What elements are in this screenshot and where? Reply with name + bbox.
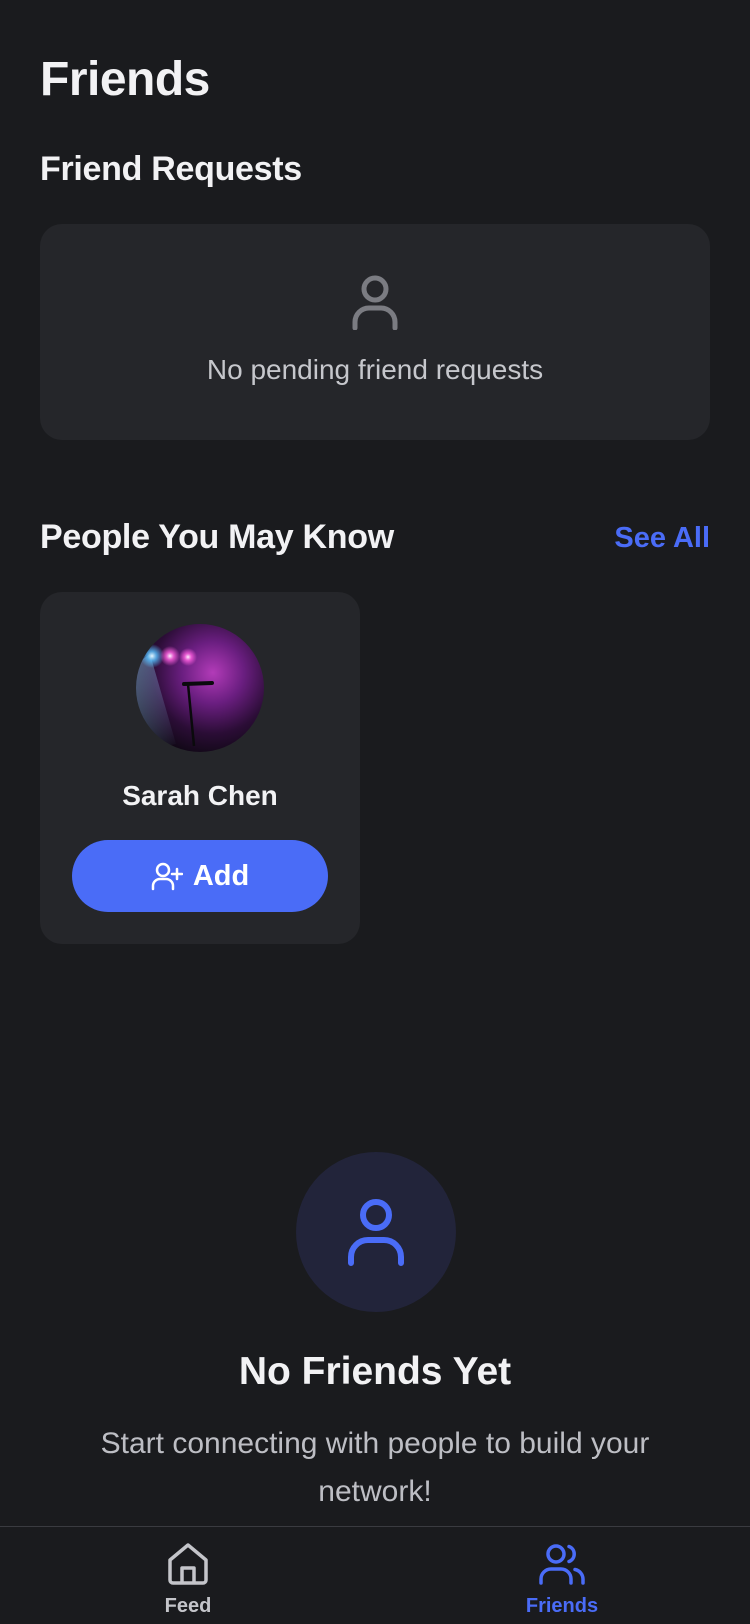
tab-feed-label: Feed bbox=[164, 1595, 212, 1617]
add-button-label: Add bbox=[192, 859, 250, 892]
add-friend-button[interactable]: Add bbox=[72, 840, 328, 912]
user-icon bbox=[352, 275, 398, 330]
tab-bar: Feed Friends bbox=[0, 1526, 750, 1624]
people-you-may-know-title: People You May Know bbox=[40, 518, 394, 556]
tab-friends-label: Friends bbox=[525, 1595, 599, 1617]
no-friends-title: No Friends Yet bbox=[238, 1350, 512, 1393]
no-requests-text: No pending friend requests bbox=[206, 354, 544, 385]
avatar bbox=[136, 624, 264, 752]
page-title: Friends bbox=[40, 53, 210, 106]
friend-requests-card: No pending friend requests bbox=[40, 224, 710, 440]
user-icon bbox=[348, 1199, 404, 1266]
see-all-link[interactable]: See All bbox=[614, 522, 710, 555]
home-icon bbox=[168, 1543, 208, 1585]
friends-screen: Friends Friend Requests No pending frien… bbox=[0, 0, 750, 1624]
users-icon bbox=[539, 1544, 585, 1585]
tab-feed[interactable]: Feed bbox=[88, 1527, 288, 1624]
empty-state-circle bbox=[296, 1152, 456, 1312]
tab-friends[interactable]: Friends bbox=[462, 1527, 662, 1624]
person-name: Sarah Chen bbox=[122, 780, 278, 811]
user-plus-icon bbox=[151, 862, 183, 891]
friend-requests-title: Friend Requests bbox=[40, 150, 302, 188]
person-card: Sarah Chen Add bbox=[40, 592, 360, 944]
no-friends-subtitle: Start connecting with people to build yo… bbox=[100, 1427, 650, 1508]
